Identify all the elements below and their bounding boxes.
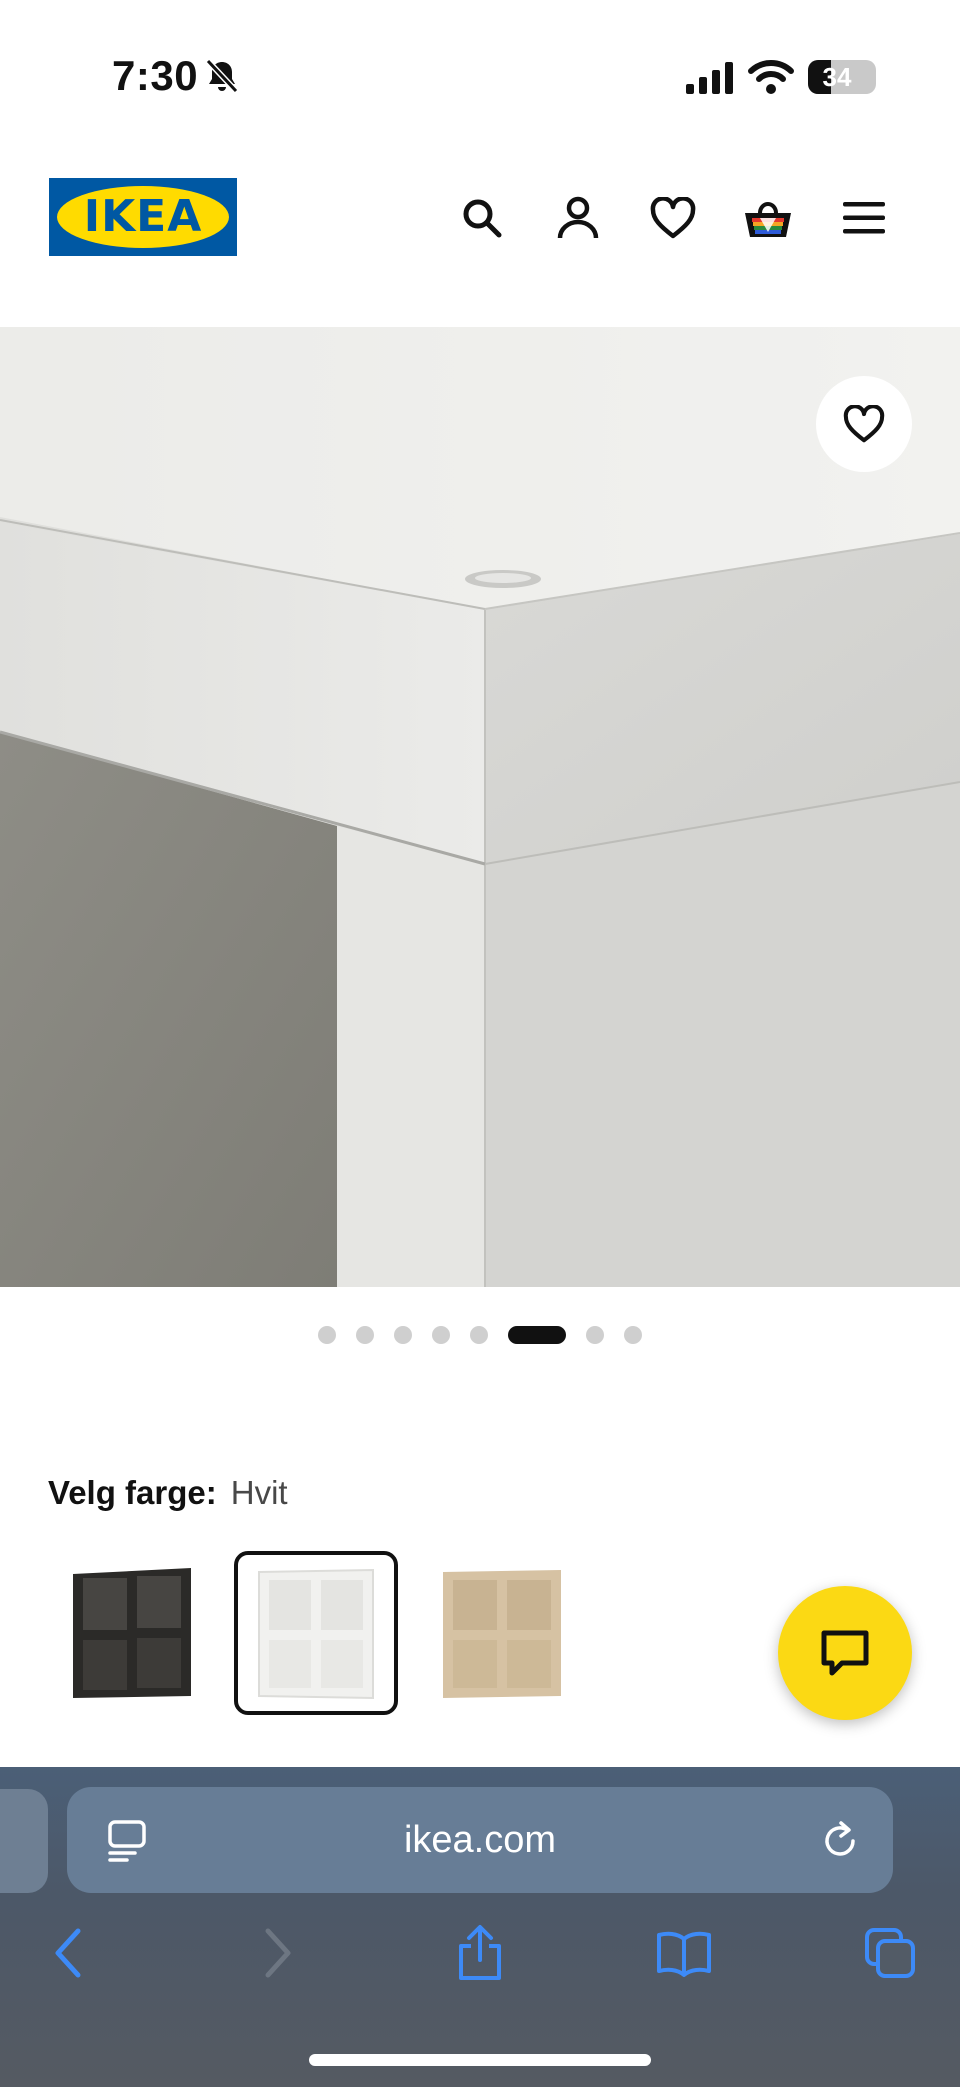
gallery-dot[interactable] <box>394 1326 412 1344</box>
reload-icon[interactable] <box>817 1817 863 1863</box>
gallery-dot[interactable] <box>624 1326 642 1344</box>
share-button[interactable] <box>450 1923 510 1983</box>
browser-toolbar: ikea.com <box>0 1767 960 2087</box>
color-option-black-brown[interactable] <box>50 1551 214 1715</box>
favorites-button[interactable] <box>647 192 699 244</box>
site-header: IKEA <box>0 150 960 280</box>
gallery-dot[interactable] <box>470 1326 488 1344</box>
menu-button[interactable] <box>838 192 890 244</box>
status-bar: 7:30 34 <box>0 0 960 130</box>
status-time: 7:30 <box>112 52 199 99</box>
search-button[interactable] <box>456 192 508 244</box>
shelf-thumbnail <box>73 1568 191 1698</box>
share-icon <box>459 1925 501 1980</box>
color-selector-header: Velg farge: Hvit <box>48 1474 288 1518</box>
gallery-pagination[interactable] <box>0 1322 960 1348</box>
url-text: ikea.com <box>403 1819 557 1861</box>
battery-icon: 34 <box>808 60 876 94</box>
account-button[interactable] <box>552 192 604 244</box>
forward-icon <box>265 1928 291 1978</box>
search-icon <box>463 199 502 238</box>
gallery-dot[interactable] <box>586 1326 604 1344</box>
signal-icon <box>686 62 733 94</box>
color-label: Velg farge: <box>48 1474 217 1511</box>
menu-icon <box>843 202 885 234</box>
gallery-dot[interactable] <box>356 1326 374 1344</box>
basket-button[interactable] <box>742 192 794 244</box>
bell-slash-icon <box>205 58 239 94</box>
previous-tab-peek[interactable] <box>0 1789 48 1893</box>
heart-icon <box>843 405 885 443</box>
color-option-white-stained-oak[interactable] <box>420 1551 584 1715</box>
product-image[interactable] <box>0 327 960 1287</box>
gallery-dot[interactable] <box>318 1326 336 1344</box>
logo-text: IKEA <box>83 191 203 242</box>
chat-button[interactable] <box>778 1586 912 1720</box>
gallery-dot-active[interactable] <box>508 1326 566 1344</box>
wifi-icon <box>748 60 794 94</box>
chat-bubble-icon <box>821 1630 869 1676</box>
color-value: Hvit <box>230 1474 288 1511</box>
gallery-dot[interactable] <box>432 1326 450 1344</box>
favorite-button[interactable] <box>816 376 912 472</box>
bookmarks-button[interactable] <box>654 1923 714 1983</box>
color-option-white[interactable] <box>234 1551 398 1715</box>
home-indicator <box>309 2054 651 2066</box>
shelf-thumbnail <box>443 1570 561 1698</box>
battery-percent: 34 <box>822 62 852 92</box>
bookmarks-icon <box>657 1931 711 1977</box>
back-icon <box>55 1928 81 1978</box>
back-button[interactable] <box>38 1923 98 1983</box>
account-icon <box>557 196 599 239</box>
battery-tip <box>870 70 876 84</box>
forward-button[interactable] <box>248 1923 308 1983</box>
basket-icon <box>745 202 791 237</box>
heart-icon <box>650 197 696 239</box>
ikea-logo[interactable]: IKEA <box>49 178 237 256</box>
tabs-icon <box>865 1928 915 1978</box>
tabs-button[interactable] <box>860 1923 920 1983</box>
address-bar[interactable]: ikea.com <box>67 1787 893 1893</box>
shelf-thumbnail <box>258 1568 374 1700</box>
